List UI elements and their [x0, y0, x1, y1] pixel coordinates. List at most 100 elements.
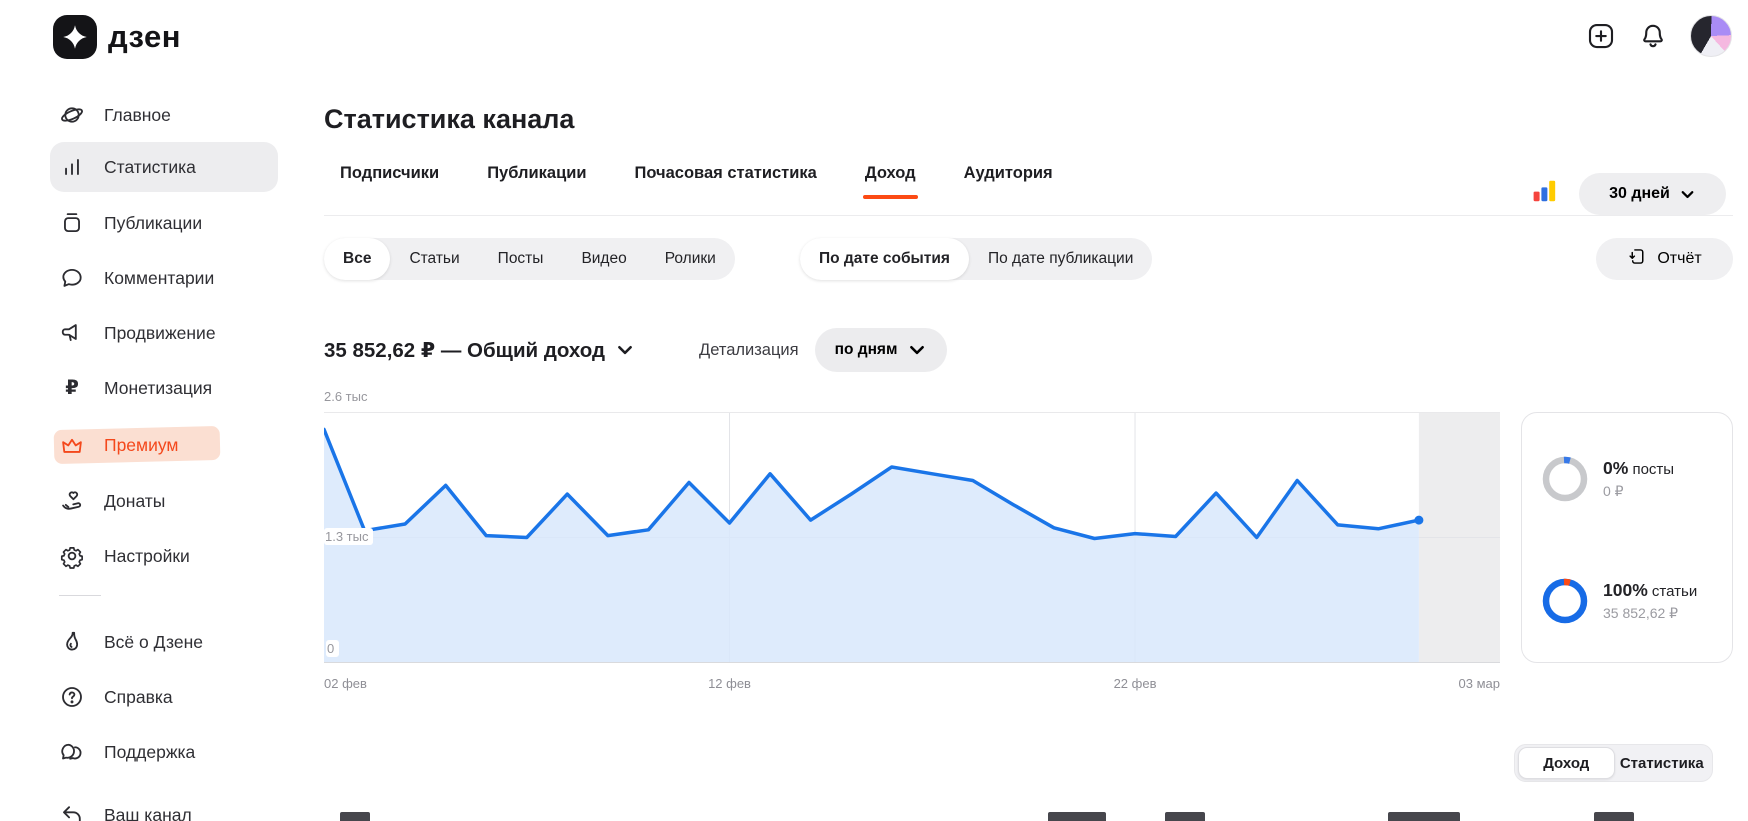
sidebar-item-publications[interactable]: Публикации — [50, 198, 278, 248]
tab-аудитория[interactable]: Аудитория — [964, 164, 1053, 199]
question-icon — [59, 684, 85, 710]
cutoff-text-fragment — [1165, 812, 1205, 821]
dzen-studio-page: дзен Главное Статистика Публикации Коммента… — [0, 0, 1748, 821]
y-tick-zero: 0 — [326, 640, 340, 657]
breakdown-amount: 35 852,62 ₽ — [1603, 605, 1679, 621]
comment-icon — [59, 265, 85, 291]
donut-посты-icon — [1542, 456, 1588, 502]
sidebar-item-gear[interactable]: Настройки — [50, 531, 278, 581]
tab-подписчики[interactable]: Подписчики — [340, 164, 439, 199]
bottom-view-toggle: Доход Статистика — [1514, 744, 1713, 782]
revenue-line-chart[interactable] — [322, 412, 1500, 663]
gear-icon — [59, 543, 85, 569]
cutoff-text-fragment — [1388, 812, 1460, 821]
sidebar-item-megaphone[interactable]: Продвижение — [50, 308, 278, 358]
sidebar-item-support[interactable]: Поддержка — [50, 727, 278, 777]
filter-статьи[interactable]: Статьи — [390, 238, 478, 280]
cutoff-text-fragment — [1594, 812, 1634, 821]
sidebar-item-back-arrow[interactable]: Ваш канал — [50, 790, 278, 821]
breakdown-row-статьи[interactable]: 100% статьи 35 852,62 ₽ — [1542, 578, 1697, 624]
detail-label: Детализация — [699, 340, 799, 359]
planet-icon — [59, 102, 85, 128]
y-tick-top: 2.6 тыс — [324, 389, 368, 404]
cutoff-text-fragment — [1048, 812, 1106, 821]
back-arrow-icon — [59, 802, 85, 821]
period-select[interactable]: 30 дней — [1579, 173, 1726, 215]
date-mode-по-дате-события[interactable]: По дате события — [800, 238, 969, 280]
sidebar-item-planet[interactable]: Главное — [50, 90, 278, 140]
crown-icon — [59, 432, 85, 458]
bell-icon — [1638, 24, 1668, 54]
revenue-metric-chevron-icon[interactable] — [615, 340, 635, 360]
tabbar-border — [324, 215, 1733, 216]
ruble-icon: ₽ — [59, 375, 85, 401]
breakdown-percent-label: 100% статьи — [1603, 580, 1698, 600]
detail-select-value: по дням — [834, 341, 898, 358]
x-tick-02-фев: 02 фев — [324, 676, 367, 691]
sidebar-item-label: Публикации — [104, 212, 203, 233]
sidebar-item-comment[interactable]: Комментарии — [50, 253, 278, 303]
report-button[interactable]: Отчёт — [1596, 238, 1733, 280]
svg-text:₽: ₽ — [65, 377, 79, 399]
megaphone-icon — [59, 320, 85, 346]
sidebar-item-label: Поддержка — [104, 741, 196, 762]
sidebar-item-label: Справка — [104, 686, 173, 707]
sidebar-item-label: Всё о Дзене — [104, 631, 204, 652]
toggle-доход[interactable]: Доход — [1518, 747, 1615, 779]
notifications-button[interactable] — [1638, 21, 1668, 51]
date-mode-filter: По дате события По дате публикации — [800, 238, 1153, 280]
heart-hand-icon — [59, 488, 85, 514]
summary-row: 35 852,62 ₽ — Общий доход Детализация по… — [324, 328, 948, 372]
filter-все[interactable]: Все — [324, 238, 391, 280]
publications-icon — [59, 210, 85, 236]
sidebar-item-label: Донаты — [104, 490, 166, 511]
sidebar-item-label: Комментарии — [104, 267, 215, 288]
sidebar-item-label: Статистика — [104, 156, 196, 177]
profile-avatar[interactable] — [1690, 15, 1732, 57]
sidebar-divider — [59, 595, 101, 596]
revenue-chart[interactable] — [322, 412, 1500, 663]
toggle-статистика[interactable]: Статистика — [1615, 748, 1710, 778]
chart-colors-icon — [1533, 180, 1557, 206]
chevron-down-icon — [907, 340, 927, 360]
breakdown-percent-label: 0% посты — [1603, 458, 1675, 478]
stats-bars-icon — [59, 154, 85, 180]
sidebar-item-label: Главное — [104, 104, 171, 125]
y-tick-mid: 1.3 тыс — [324, 528, 374, 545]
sidebar-item-heart-hand[interactable]: Донаты — [50, 476, 278, 526]
detail-select[interactable]: по дням — [814, 328, 948, 372]
sidebar-item-question[interactable]: Справка — [50, 672, 278, 722]
breakdown-amount: 0 ₽ — [1603, 483, 1624, 499]
sidebar-item-label: Премиум — [104, 434, 179, 455]
support-icon — [59, 739, 85, 765]
sidebar-item-crown[interactable]: Премиум — [50, 420, 278, 470]
date-mode-по-дате-публикации[interactable]: По дате публикации — [969, 238, 1152, 280]
dzen-logo[interactable]: дзен — [53, 15, 181, 59]
filter-видео[interactable]: Видео — [562, 238, 645, 280]
create-button[interactable] — [1586, 21, 1616, 51]
breakdown-row-посты[interactable]: 0% посты 0 ₽ — [1542, 456, 1674, 502]
sidebar-item-flame[interactable]: Всё о Дзене — [50, 617, 278, 667]
flame-icon — [59, 629, 85, 655]
dzen-logo-icon — [53, 15, 97, 59]
chart-colors-icon[interactable] — [1533, 176, 1557, 202]
filter-посты[interactable]: Посты — [479, 238, 563, 280]
tab-почасовая-статистика[interactable]: Почасовая статистика — [635, 164, 817, 199]
sidebar-item-ruble[interactable]: ₽ Монетизация — [50, 363, 278, 413]
x-tick-22-фев: 22 фев — [1113, 676, 1157, 691]
stats-tabbar: Подписчики Публикации Почасовая статистика… — [324, 164, 1053, 199]
tab-доход[interactable]: Доход — [862, 164, 918, 199]
page-title: Статистика канала — [324, 104, 575, 134]
sidebar-item-label: Настройки — [104, 545, 190, 566]
chevron-down-icon — [1679, 186, 1696, 203]
content-type-filter: Все Статьи Посты Видео Ролики — [324, 238, 735, 280]
cutoff-text-fragment — [340, 812, 370, 821]
report-icon — [1627, 246, 1648, 272]
sidebar-item-label: Продвижение — [104, 322, 216, 343]
x-tick-12-фев: 12 фев — [708, 676, 751, 691]
top-actions — [1586, 15, 1732, 57]
sidebar-item-stats-bars[interactable]: Статистика — [50, 142, 278, 192]
filter-ролики[interactable]: Ролики — [646, 238, 735, 280]
plus-icon — [1586, 23, 1616, 54]
tab-публикации[interactable]: Публикации — [487, 164, 586, 199]
